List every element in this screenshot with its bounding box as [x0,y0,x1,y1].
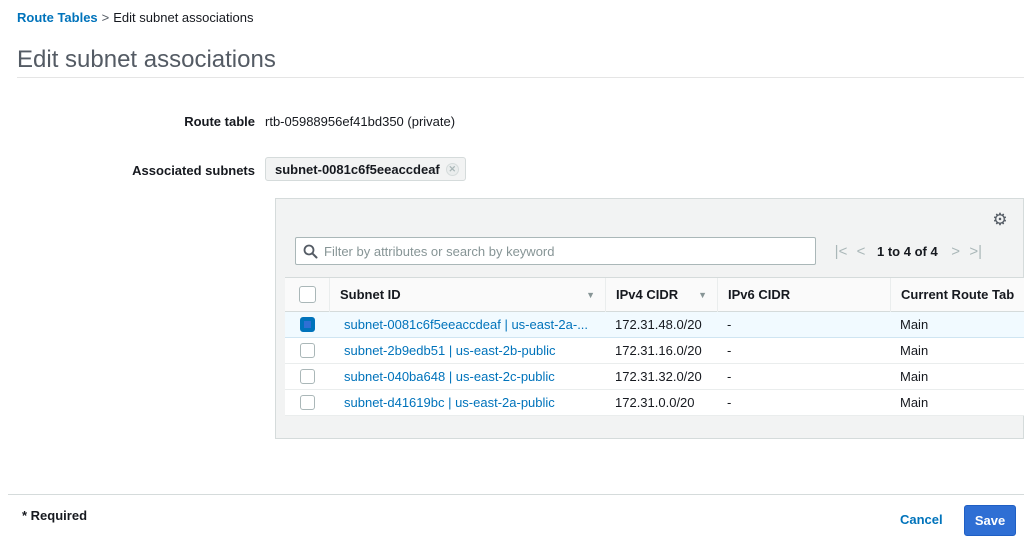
table-header: Subnet ID ▼ IPv4 CIDR ▼ IPv6 CIDR Current … [285,277,1024,312]
first-page-icon[interactable]: |< [831,243,851,260]
column-header-subnet-id[interactable]: Subnet ID ▼ [329,277,605,312]
row-check-cell [285,343,329,358]
save-button[interactable]: Save [964,505,1016,536]
row-checkbox[interactable] [299,343,315,358]
row-checkbox[interactable] [299,369,315,384]
column-header-subnet-id-label: Subnet ID [340,286,401,302]
ipv4-cidr-cell: 172.31.0.0/20 [615,395,695,410]
title-divider [17,77,1024,78]
select-all-checkbox[interactable] [298,286,316,303]
ipv4-cidr-cell: 172.31.48.0/20 [615,317,702,332]
subnet-link[interactable]: subnet-040ba648 | us-east-2c-public [344,369,605,384]
pagination: |< < 1 to 4 of 4 > >| [831,237,986,265]
gear-icon[interactable]: ⚙ [991,211,1009,229]
route-table-cell: Main [900,343,929,358]
last-page-icon[interactable]: >| [966,243,986,260]
ipv4-cidr-cell: 172.31.32.0/20 [615,369,702,384]
cancel-button[interactable]: Cancel [900,512,943,527]
associated-subnets-label: Associated subnets [132,163,255,178]
associated-subnet-token: subnet-0081c6f5eeaccdeaf ✕ [265,157,466,181]
subnet-link[interactable]: subnet-d41619bc | us-east-2a-public [344,395,605,410]
breadcrumb-separator: > [101,10,110,25]
chevron-left-icon[interactable]: < [851,243,871,260]
subnet-link[interactable]: subnet-2b9edb51 | us-east-2b-public [344,343,605,358]
close-icon[interactable]: ✕ [445,162,459,176]
table-row[interactable]: subnet-2b9edb51 | us-east-2b-public 172.… [285,338,1024,364]
route-table-value: rtb-05988956ef41bd350 (private) [265,114,456,129]
row-check-cell [285,317,329,332]
column-header-ipv4-cidr[interactable]: IPv4 CIDR ▼ [605,277,717,312]
subnet-link[interactable]: subnet-0081c6f5eeaccdeaf | us-east-2a-..… [344,317,605,332]
subnet-table-panel: ⚙ |< < 1 to 4 of 4 > >| Subnet ID ▼ IPv4 … [275,198,1024,439]
table-row[interactable]: subnet-0081c6f5eeaccdeaf | us-east-2a-..… [285,312,1024,338]
ipv6-cidr-cell: - [727,343,732,358]
ipv6-cidr-cell: - [727,369,732,384]
column-header-current-route-table[interactable]: Current Route Tab [890,277,1024,312]
table-row[interactable]: subnet-040ba648 | us-east-2c-public 172.… [285,364,1024,390]
search-icon [303,244,318,258]
subnet-id-cell: subnet-040ba648 | us-east-2c-public [329,369,605,384]
subnet-id-cell: subnet-2b9edb51 | us-east-2b-public [329,343,605,358]
ipv4-cidr-cell: 172.31.16.0/20 [615,343,702,358]
associated-subnet-token-label: subnet-0081c6f5eeaccdeaf [275,161,440,177]
ipv6-cidr-cell: - [727,395,732,410]
row-check-cell [285,369,329,384]
footer-divider [8,494,1024,495]
row-checkbox[interactable] [299,317,315,332]
sort-down-icon[interactable]: ▼ [586,278,595,312]
page-title: Edit subnet associations [17,46,276,73]
chevron-right-icon[interactable]: > [946,243,966,260]
select-all-cell [285,286,329,303]
subnet-id-cell: subnet-0081c6f5eeaccdeaf | us-east-2a-..… [329,317,605,332]
route-table-label: Route table [184,114,255,129]
filter-box [295,237,816,265]
route-table-cell: Main [900,369,929,384]
breadcrumb: Route Tables > Edit subnet associations [17,10,253,25]
row-checkbox[interactable] [299,395,315,410]
route-table-cell: Main [900,317,929,332]
table-row[interactable]: subnet-d41619bc | us-east-2a-public 172.… [285,390,1024,416]
column-header-ipv6-cidr[interactable]: IPv6 CIDR [717,277,890,312]
sort-down-icon[interactable]: ▼ [698,278,707,312]
breadcrumb-route-tables-link[interactable]: Route Tables [17,10,98,25]
pagination-range: 1 to 4 of 4 [877,243,938,259]
required-note: * Required [22,508,88,523]
route-table-cell: Main [900,395,929,410]
ipv6-cidr-cell: - [727,317,732,332]
filter-input[interactable] [324,243,804,259]
row-check-cell [285,395,329,410]
subnet-id-cell: subnet-d41619bc | us-east-2a-public [329,395,605,410]
column-header-ipv4-label: IPv4 CIDR [616,286,679,302]
subnet-table: Subnet ID ▼ IPv4 CIDR ▼ IPv6 CIDR Current … [285,277,1024,416]
breadcrumb-current: Edit subnet associations [113,10,254,25]
